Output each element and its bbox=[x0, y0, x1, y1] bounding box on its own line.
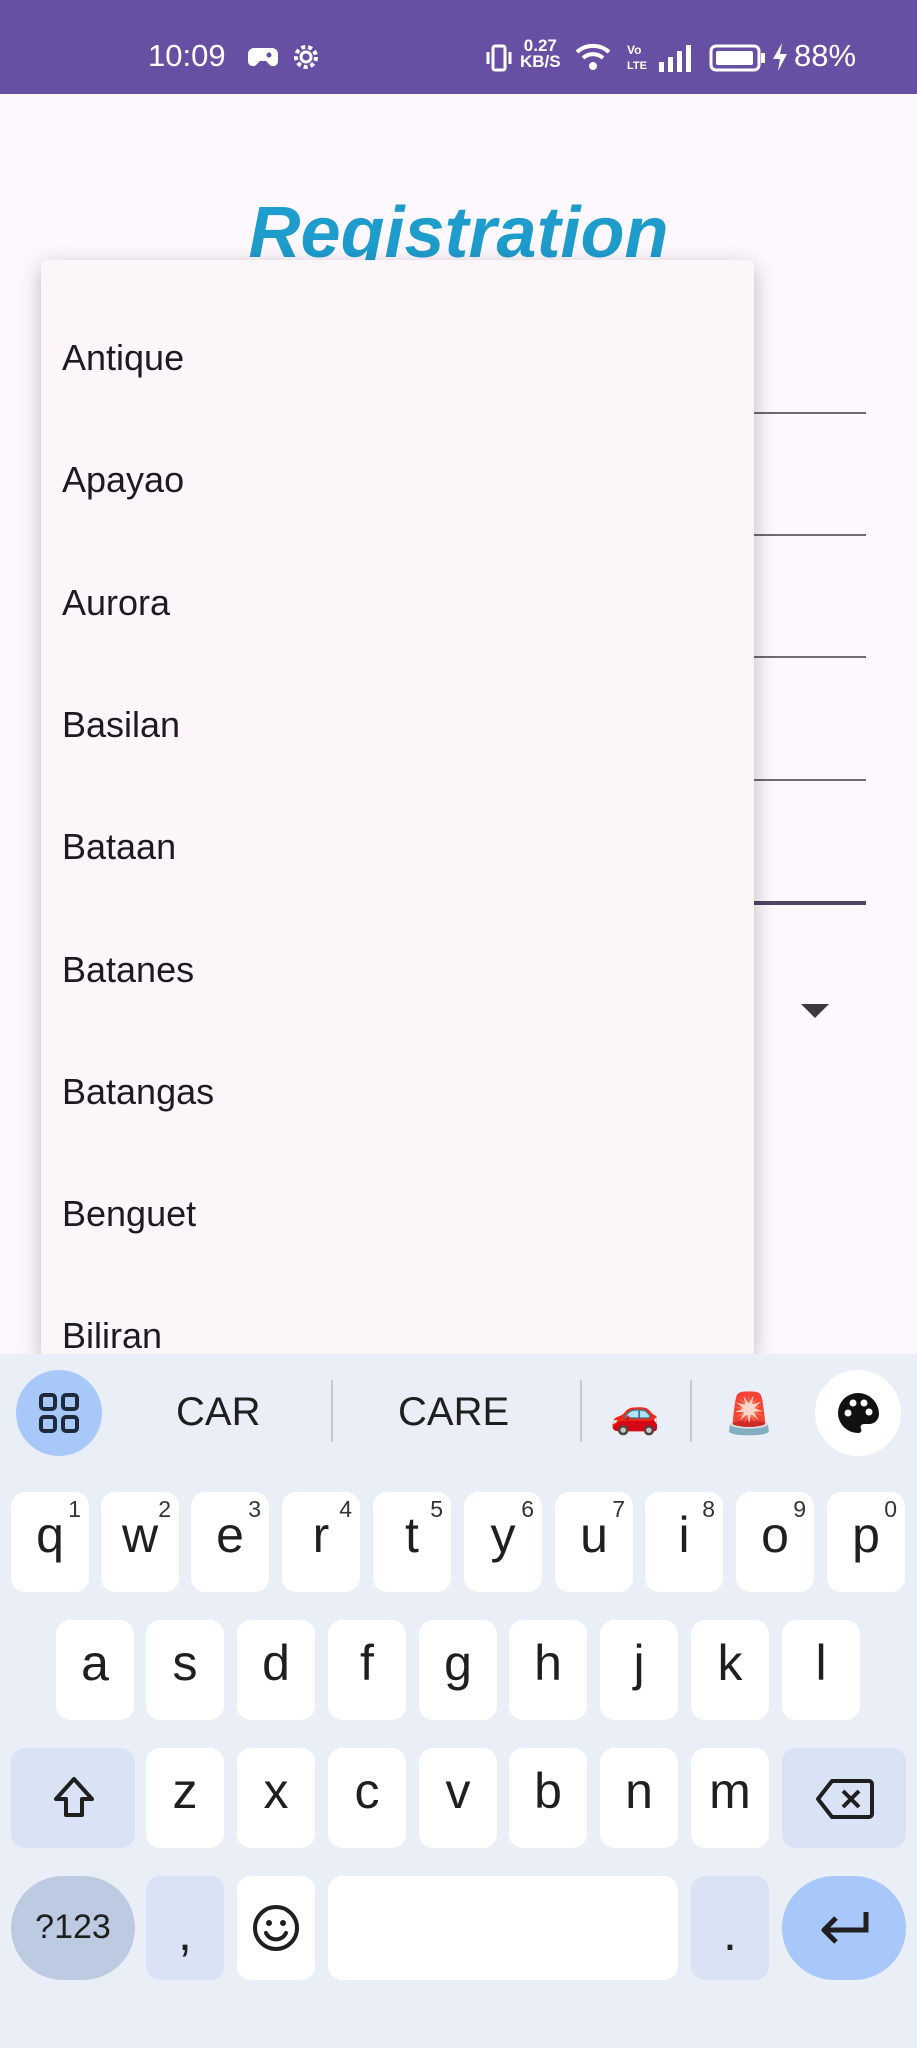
status-time: 10:09 bbox=[148, 38, 226, 73]
key-q[interactable]: q1 bbox=[11, 1492, 89, 1592]
key-d[interactable]: d bbox=[237, 1620, 315, 1720]
game-controller-icon bbox=[248, 48, 278, 67]
grid-apps-icon bbox=[39, 1393, 79, 1433]
key-x[interactable]: x bbox=[237, 1748, 315, 1848]
dropdown-option[interactable]: Bataan bbox=[62, 826, 176, 868]
suggestion-divider bbox=[331, 1380, 333, 1442]
key-e[interactable]: e3 bbox=[191, 1492, 269, 1592]
key-w[interactable]: w2 bbox=[101, 1492, 179, 1592]
dropdown-option[interactable]: Apayao bbox=[62, 459, 184, 501]
wifi-icon bbox=[575, 43, 611, 70]
vibrate-icon bbox=[486, 44, 512, 72]
key-h[interactable]: h bbox=[509, 1620, 587, 1720]
suggestion-word-2[interactable]: CARE bbox=[398, 1390, 509, 1435]
network-speed: 0.27 KB/S bbox=[520, 37, 561, 71]
settings-gear-icon bbox=[294, 45, 318, 69]
battery-percentage: 88% bbox=[794, 38, 857, 73]
dropdown-option[interactable]: Batanes bbox=[62, 949, 194, 991]
suggestion-divider bbox=[690, 1380, 692, 1442]
key-t[interactable]: t5 bbox=[373, 1492, 451, 1592]
province-dropdown-menu: Antique Apayao Aurora Basilan Bataan Bat… bbox=[41, 260, 754, 1357]
charging-bolt-icon bbox=[773, 43, 787, 71]
dropdown-option[interactable]: Antique bbox=[62, 337, 184, 379]
dropdown-arrow-icon[interactable] bbox=[801, 1004, 829, 1018]
key-l[interactable]: l bbox=[782, 1620, 860, 1720]
key-v[interactable]: v bbox=[419, 1748, 497, 1848]
symbols-key[interactable]: ?123 bbox=[11, 1876, 135, 1980]
key-k[interactable]: k bbox=[691, 1620, 769, 1720]
palette-icon bbox=[838, 1393, 879, 1433]
svg-text:LTE: LTE bbox=[627, 60, 647, 72]
text-field-underline-2[interactable] bbox=[754, 534, 866, 536]
key-j[interactable]: j bbox=[600, 1620, 678, 1720]
space-bar[interactable] bbox=[328, 1876, 678, 1980]
enter-arrow-icon bbox=[821, 1912, 869, 1944]
key-s[interactable]: s bbox=[146, 1620, 224, 1720]
dropdown-option[interactable]: Batangas bbox=[62, 1071, 214, 1113]
suggestion-word-1[interactable]: CAR bbox=[176, 1390, 260, 1435]
shift-key[interactable] bbox=[11, 1748, 135, 1848]
network-speed-unit: KB/S bbox=[520, 52, 561, 71]
period-key[interactable]: . bbox=[691, 1876, 769, 1980]
key-n[interactable]: n bbox=[600, 1748, 678, 1848]
keyboard-apps-button[interactable] bbox=[16, 1370, 102, 1456]
suggestion-divider bbox=[580, 1380, 582, 1442]
text-field-underline-1[interactable] bbox=[754, 412, 866, 414]
key-z[interactable]: z bbox=[146, 1748, 224, 1848]
dropdown-option[interactable]: Aurora bbox=[62, 582, 170, 624]
key-r[interactable]: r4 bbox=[282, 1492, 360, 1592]
status-bar: 10:09 0.27 KB/S Vo LTE 88% bbox=[0, 0, 917, 94]
text-field-underline-focused[interactable] bbox=[754, 901, 866, 905]
shift-arrow-icon bbox=[54, 1777, 94, 1817]
comma-key[interactable]: , bbox=[146, 1876, 224, 1980]
backspace-icon bbox=[816, 1779, 874, 1819]
key-o[interactable]: o9 bbox=[736, 1492, 814, 1592]
key-c[interactable]: c bbox=[328, 1748, 406, 1848]
smiley-icon bbox=[253, 1905, 299, 1951]
signal-bars-icon bbox=[659, 45, 691, 72]
key-m[interactable]: m bbox=[691, 1748, 769, 1848]
key-a[interactable]: a bbox=[56, 1620, 134, 1720]
suggestion-emoji-siren[interactable]: 🚨 bbox=[724, 1390, 774, 1437]
volte-icon: Vo LTE bbox=[627, 43, 647, 72]
key-b[interactable]: b bbox=[509, 1748, 587, 1848]
backspace-key[interactable] bbox=[782, 1748, 906, 1848]
enter-key[interactable] bbox=[782, 1876, 906, 1980]
emoji-key[interactable] bbox=[237, 1876, 315, 1980]
key-p[interactable]: p0 bbox=[827, 1492, 905, 1592]
key-y[interactable]: y6 bbox=[464, 1492, 542, 1592]
dropdown-option[interactable]: Basilan bbox=[62, 704, 180, 746]
dropdown-option[interactable]: Biliran bbox=[62, 1315, 162, 1357]
key-i[interactable]: i8 bbox=[645, 1492, 723, 1592]
suggestion-emoji-car[interactable]: 🚗 bbox=[610, 1390, 660, 1437]
keyboard-theme-button[interactable] bbox=[815, 1370, 901, 1456]
dropdown-option[interactable]: Benguet bbox=[62, 1193, 196, 1235]
text-field-underline-4[interactable] bbox=[754, 779, 866, 781]
battery-icon bbox=[709, 44, 765, 72]
text-field-underline-3[interactable] bbox=[754, 656, 866, 658]
key-f[interactable]: f bbox=[328, 1620, 406, 1720]
key-u[interactable]: u7 bbox=[555, 1492, 633, 1592]
key-g[interactable]: g bbox=[419, 1620, 497, 1720]
svg-text:Vo: Vo bbox=[627, 43, 641, 57]
